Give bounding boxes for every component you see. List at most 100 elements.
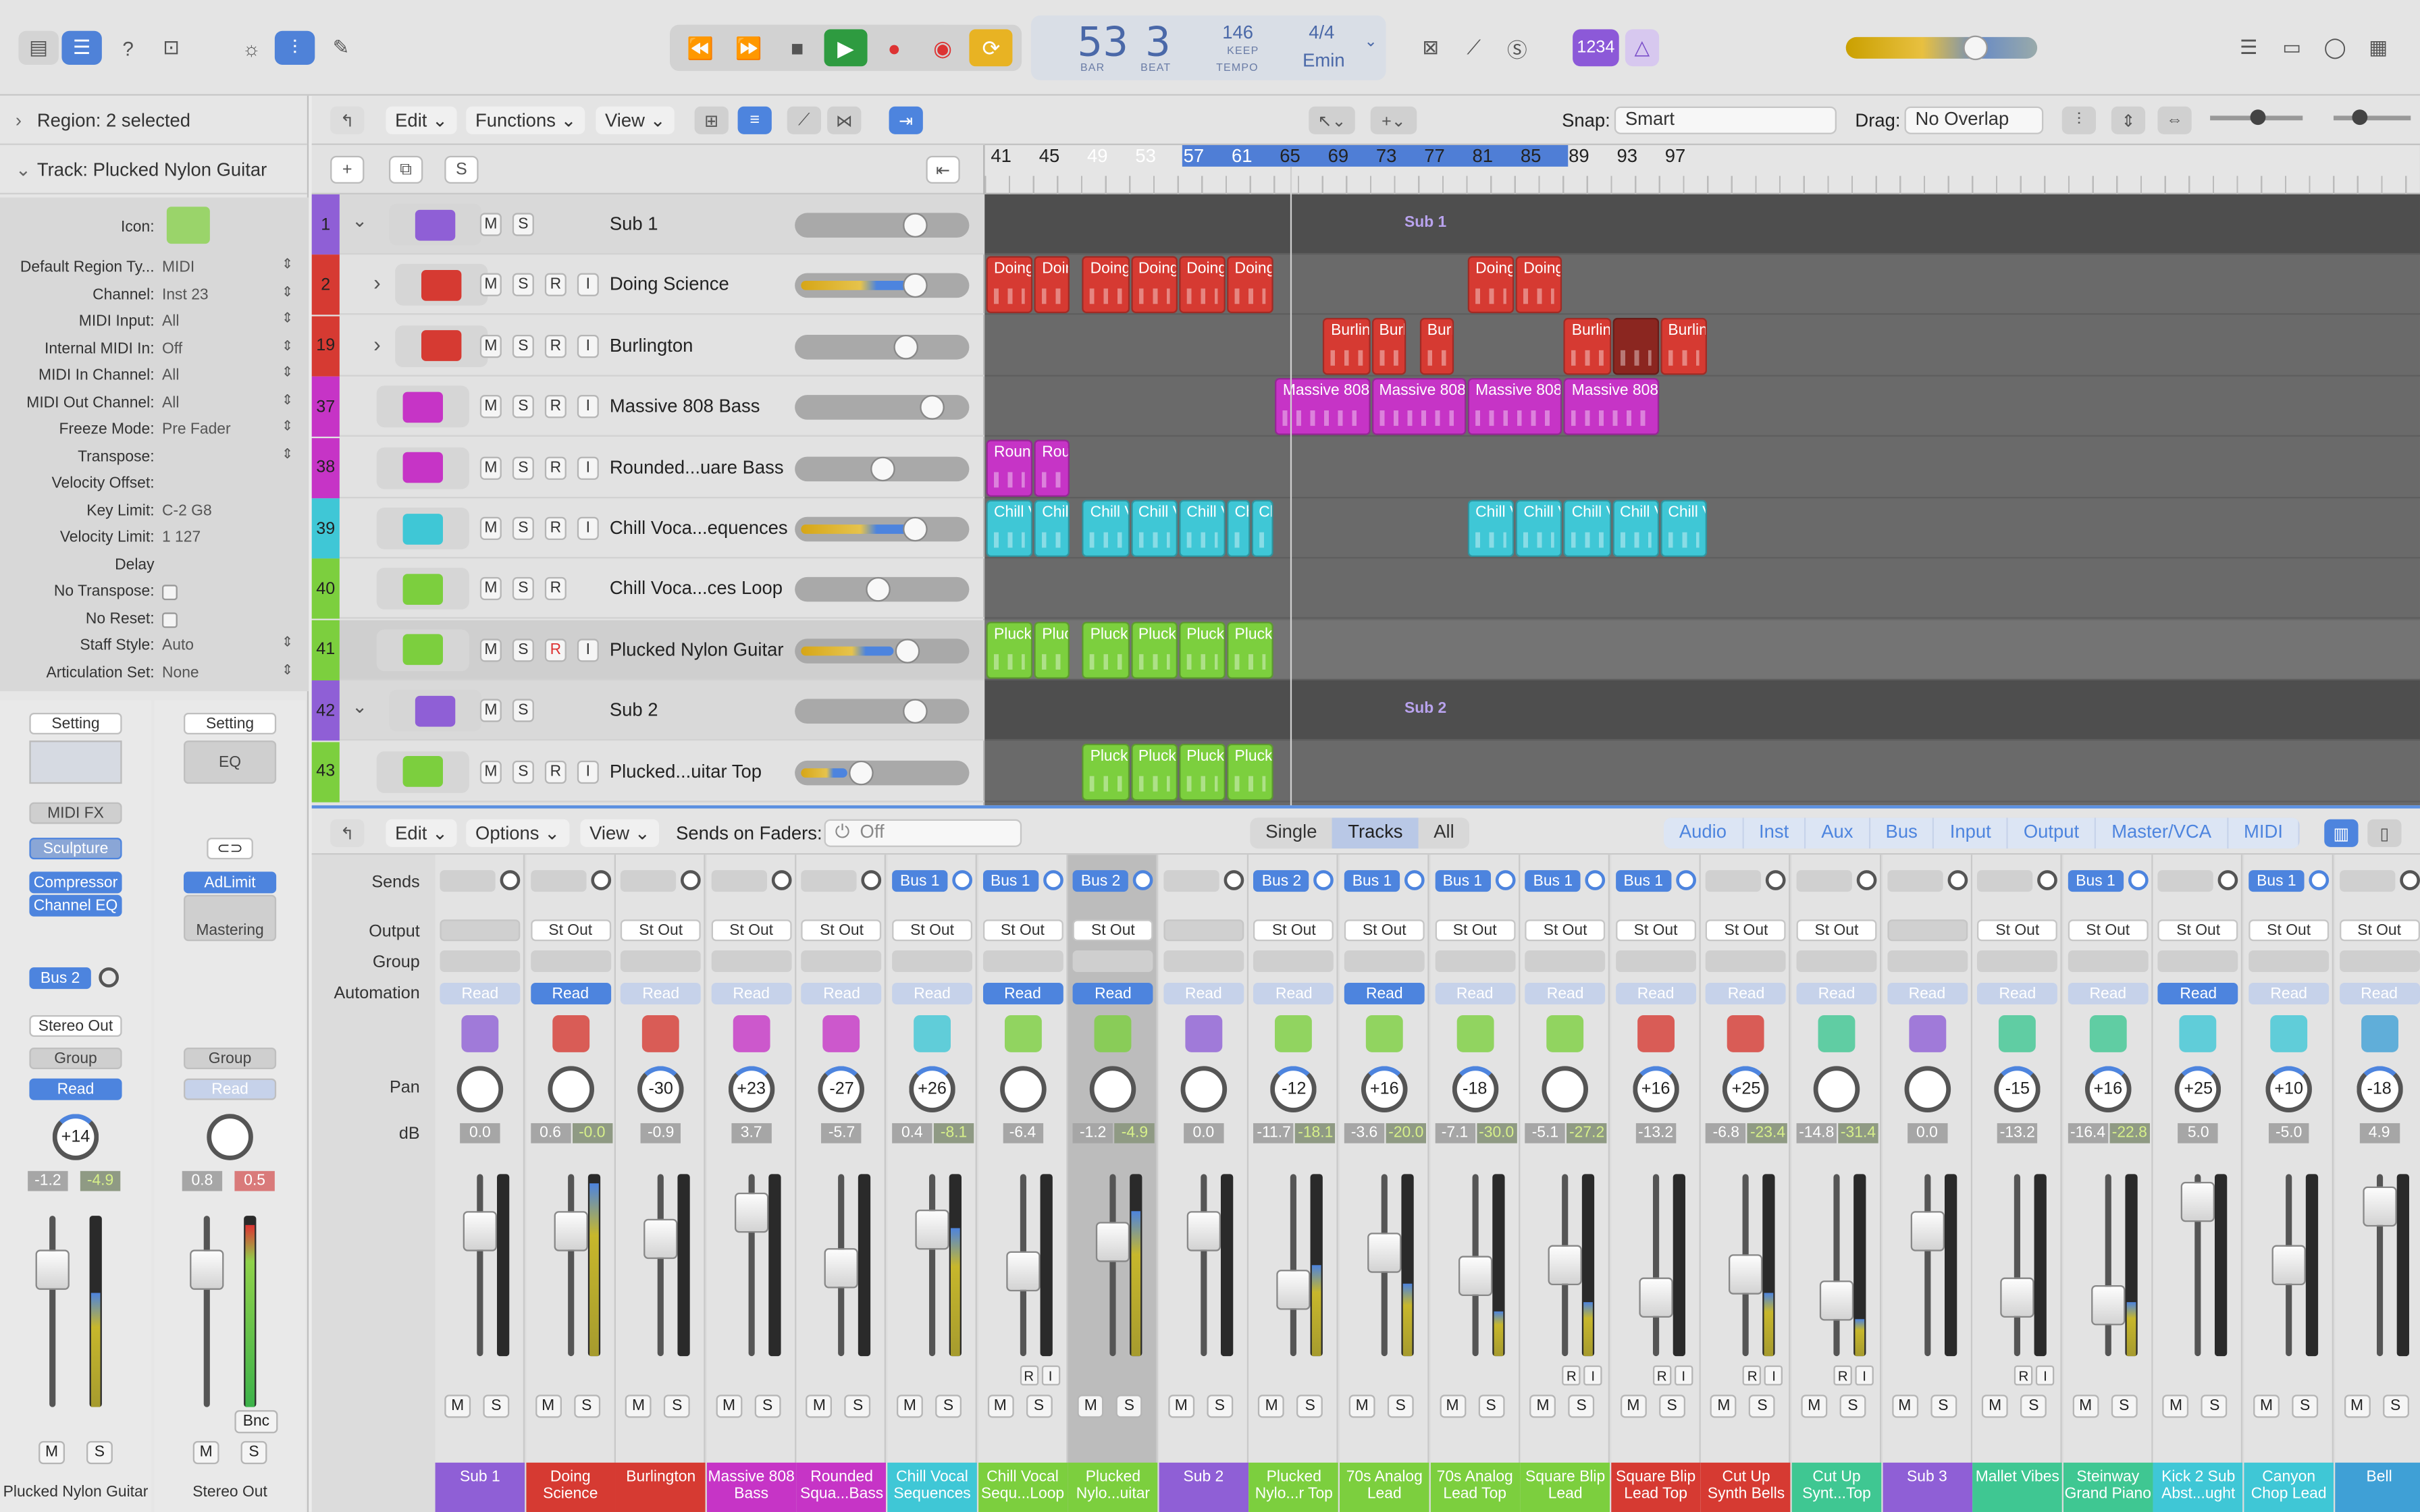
region[interactable]: Massive 808 Bass bbox=[1564, 378, 1659, 435]
mute-button[interactable]: M bbox=[38, 1440, 65, 1465]
volume-fader[interactable] bbox=[1819, 1280, 1854, 1321]
bar-ruler[interactable]: 41 45 49 53 57 61 65 69 73 77 81 85 89 93 97 bbox=[984, 144, 2420, 194]
pan-knob[interactable] bbox=[1903, 1066, 1951, 1112]
solo-button[interactable]: S bbox=[2111, 1395, 2138, 1418]
track-header-row[interactable]: 1 ⌄ M S Sub 1 bbox=[311, 194, 985, 255]
mute-button[interactable]: M bbox=[535, 1395, 562, 1418]
volume-fader[interactable] bbox=[1005, 1251, 1040, 1291]
channel-strip[interactable]: Bus 1 St Out Read +26 0.4 -8.1 M S Chill Vocal S… bbox=[887, 855, 977, 1512]
group-slot[interactable] bbox=[2158, 950, 2239, 972]
automation-mode[interactable]: Read bbox=[621, 982, 702, 1004]
track-header-row[interactable]: 41 M S R I Plucked Nylon Guitar bbox=[311, 620, 985, 680]
send-knob[interactable] bbox=[2218, 870, 2239, 890]
channel-strip[interactable]: St Out Read +25 -6.8 -23.4 R I M S Cut Up Synth B… bbox=[1701, 855, 1791, 1512]
group-slot[interactable] bbox=[1615, 950, 1696, 972]
editors-icon[interactable]: ✎ bbox=[321, 31, 361, 65]
vertical-zoom-slider[interactable] bbox=[2210, 109, 2303, 126]
volume-knob[interactable] bbox=[902, 516, 928, 542]
solo-button[interactable]: S bbox=[512, 334, 534, 358]
region[interactable]: Burlingto bbox=[1371, 317, 1406, 375]
record-enable-button[interactable]: R bbox=[1743, 1365, 1762, 1386]
chevron-down-icon[interactable]: ⌄ bbox=[352, 696, 367, 718]
track-lane[interactable]: Rounded SqRounded bbox=[984, 437, 2420, 498]
output-slot[interactable]: St Out bbox=[1706, 919, 1787, 942]
mute-button[interactable]: M bbox=[2344, 1395, 2370, 1418]
param-row[interactable]: Transpose: ⇕ bbox=[0, 445, 309, 471]
output-slot[interactable]: St Out bbox=[530, 919, 611, 942]
volume-fader[interactable] bbox=[190, 1249, 224, 1290]
send-knob[interactable] bbox=[1224, 870, 1244, 890]
send-knob[interactable] bbox=[862, 870, 883, 890]
automation-mode[interactable]: Read bbox=[440, 982, 521, 1004]
pan-knob[interactable]: +16 bbox=[2084, 1066, 2132, 1112]
track-name[interactable]: Sub 2 bbox=[610, 699, 658, 721]
send-knob[interactable] bbox=[500, 870, 521, 890]
automation-mode[interactable]: Read bbox=[1525, 982, 1606, 1004]
track-name[interactable]: Doing Science bbox=[610, 273, 729, 295]
group-slot[interactable] bbox=[892, 950, 972, 972]
mute-button[interactable]: M bbox=[896, 1395, 923, 1418]
group-slot[interactable] bbox=[1525, 950, 1606, 972]
param-row[interactable]: Channel: Inst 23 ⇕ bbox=[0, 283, 309, 309]
volume-fader[interactable] bbox=[1096, 1221, 1130, 1262]
volume-fader-track[interactable] bbox=[203, 1216, 210, 1407]
pan-knob[interactable]: -27 bbox=[818, 1066, 865, 1112]
track-volume-slider[interactable] bbox=[795, 334, 970, 360]
lcd-display[interactable]: 53 BAR 3 BEAT 146 KEEP TEMPO 4/4 Emin ⌄ bbox=[1030, 15, 1386, 80]
snap-dropdown[interactable]: Smart bbox=[1614, 106, 1837, 134]
automation-mode[interactable]: Read bbox=[530, 982, 611, 1004]
group-slot[interactable] bbox=[1072, 950, 1153, 972]
channel-strip[interactable]: St Out Read -18 4.9 M S Bell bbox=[2334, 855, 2420, 1512]
horizontal-zoom-slider[interactable] bbox=[2333, 109, 2411, 126]
global-solo-icon[interactable]: S bbox=[444, 155, 479, 184]
horizontal-fit-icon[interactable]: ⇔ bbox=[2157, 106, 2192, 134]
region[interactable]: Burlington bbox=[1660, 317, 1707, 375]
param-value[interactable]: All bbox=[162, 313, 179, 330]
volume-readout[interactable]: 5.0 bbox=[2178, 1123, 2219, 1143]
rewind-icon[interactable]: ⏪ bbox=[679, 29, 722, 66]
input-monitor-button[interactable]: I bbox=[1041, 1365, 1060, 1386]
tuner-icon[interactable]: ⟋ bbox=[1454, 31, 1494, 65]
automation-mode[interactable]: Read bbox=[2248, 982, 2330, 1004]
pan-knob[interactable]: -30 bbox=[637, 1066, 684, 1112]
stop-icon[interactable]: ■ bbox=[776, 29, 819, 66]
catch-playhead-icon[interactable]: ⇥ bbox=[889, 106, 923, 134]
automation-mode[interactable]: Read bbox=[1253, 982, 1334, 1004]
track-icon[interactable] bbox=[388, 203, 482, 246]
record-enable-button[interactable]: R bbox=[544, 577, 567, 601]
volume-fader[interactable] bbox=[1638, 1277, 1673, 1318]
send-slot[interactable]: Bus 2 bbox=[1253, 870, 1310, 892]
group-slot[interactable] bbox=[1796, 950, 1877, 972]
track-name[interactable]: Rounded...uare Bass bbox=[610, 456, 784, 478]
pan-knob[interactable] bbox=[1813, 1066, 1860, 1112]
volume-knob[interactable] bbox=[869, 456, 895, 481]
volume-fader[interactable] bbox=[734, 1191, 768, 1233]
region[interactable]: Chill Voc bbox=[1034, 500, 1070, 558]
instrument-slot[interactable]: Sculpture bbox=[29, 838, 122, 860]
track-volume-slider[interactable] bbox=[795, 273, 970, 299]
send-knob[interactable] bbox=[1856, 870, 1877, 890]
volume-readout[interactable]: 0.0 bbox=[1183, 1123, 1224, 1143]
input-monitor-button[interactable]: I bbox=[1583, 1365, 1602, 1386]
browsers-icon[interactable]: ▦ bbox=[2359, 31, 2398, 65]
mute-button[interactable]: M bbox=[716, 1395, 742, 1418]
volume-fader[interactable] bbox=[1548, 1245, 1583, 1286]
solo-button[interactable]: S bbox=[512, 213, 534, 236]
volume-fader[interactable] bbox=[463, 1211, 497, 1251]
mute-button[interactable]: M bbox=[1982, 1395, 2009, 1418]
strip-name[interactable]: Sub 1 bbox=[435, 1462, 525, 1512]
mode-single[interactable]: Single bbox=[1250, 817, 1332, 848]
track-volume-slider[interactable] bbox=[795, 577, 970, 603]
strip-name[interactable]: Square Blip Lead Top bbox=[1610, 1462, 1701, 1512]
param-row[interactable]: Delay bbox=[0, 553, 309, 579]
record-enable-button[interactable]: R bbox=[1652, 1365, 1671, 1386]
param-value[interactable]: Inst 23 bbox=[162, 286, 209, 303]
volume-fader-track[interactable] bbox=[658, 1174, 664, 1357]
stepper-icon[interactable]: ⇕ bbox=[282, 634, 293, 651]
sends-on-faders-dropdown[interactable]: ⏻ Off bbox=[824, 819, 1022, 847]
channel-strip[interactable]: Bus 2 St Out Read -12 -11.7 -18.1 M S Plucked Ny… bbox=[1249, 855, 1339, 1512]
group-slot[interactable] bbox=[1977, 950, 2058, 972]
strip-name[interactable]: Plucked Nylo...r Top bbox=[1249, 1462, 1339, 1512]
mute-button[interactable]: M bbox=[2253, 1395, 2280, 1418]
region[interactable]: Plucked Nyl bbox=[986, 621, 1033, 679]
